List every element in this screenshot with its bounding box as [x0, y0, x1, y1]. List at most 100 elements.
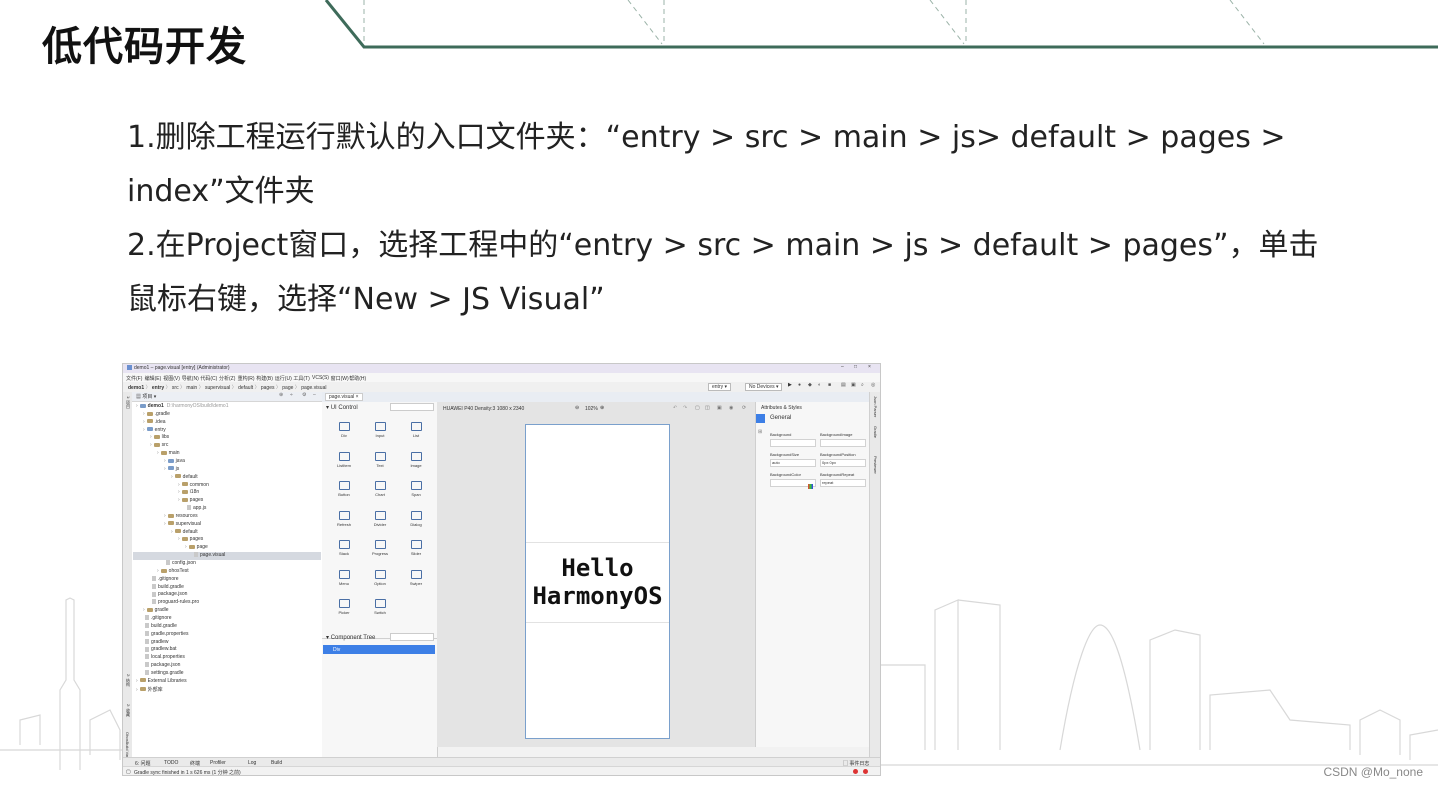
tree-item[interactable]: proguard-rules.pro — [150, 599, 199, 605]
menu-item[interactable]: 构建(B) — [256, 375, 273, 382]
stop-icon[interactable]: ■ — [828, 382, 831, 388]
gear-icon[interactable]: ⚙ — [302, 392, 306, 398]
breadcrumb-item[interactable]: page.visual — [301, 385, 326, 391]
split-view-icon[interactable]: ◫ — [705, 405, 710, 411]
expand-arrow-icon[interactable]: › — [143, 607, 145, 613]
breadcrumb-item[interactable]: src — [172, 385, 179, 391]
color-picker-icon[interactable] — [808, 484, 813, 489]
undo-icon[interactable]: ↶ — [673, 405, 677, 411]
tree-item[interactable]: › External Libraries — [136, 678, 187, 684]
tree-item[interactable]: › i18n — [178, 489, 199, 495]
breadcrumb-item[interactable]: default — [238, 385, 253, 391]
maximize-icon[interactable]: □ — [854, 364, 857, 370]
menu-item[interactable]: 窗口(W) — [331, 375, 349, 382]
expand-arrow-icon[interactable]: › — [178, 497, 180, 503]
menu-item[interactable]: 帮助(H) — [349, 375, 366, 382]
switch-control[interactable]: Switch — [363, 599, 397, 615]
tree-item[interactable]: config.json — [164, 560, 196, 566]
close-icon[interactable]: × — [868, 364, 871, 370]
tree-item[interactable]: .gitignore — [150, 576, 179, 582]
slider-control[interactable]: Slider — [399, 540, 433, 556]
expand-arrow-icon[interactable]: › — [150, 442, 152, 448]
tree-item[interactable]: › demo1 D:\harmonyOS\build\demo1 — [136, 403, 229, 409]
breadcrumb-item[interactable]: entry — [152, 385, 164, 391]
list-control[interactable]: List — [399, 422, 433, 438]
zoom-out-icon[interactable]: ⊖ — [575, 405, 579, 411]
attribute-input[interactable] — [820, 439, 866, 447]
tree-item[interactable]: › 外部库 — [136, 686, 163, 693]
device-frame-icon[interactable]: ▢ — [695, 405, 700, 411]
locate-icon[interactable]: ⊕ — [279, 392, 283, 398]
refresh-control[interactable]: Refresh — [327, 510, 361, 527]
div-control[interactable]: Div — [327, 422, 361, 438]
fit-icon[interactable]: ▣ — [717, 405, 722, 411]
progress-control[interactable]: Progress — [363, 540, 397, 556]
sdk-manager-icon[interactable]: ▣ — [851, 382, 856, 388]
option-control[interactable]: Option — [363, 569, 397, 586]
structure-tool-tab[interactable]: 2: 结构 — [125, 674, 131, 686]
tree-item[interactable]: gradlew — [143, 639, 169, 645]
tree-item[interactable]: build.gradle — [150, 584, 184, 590]
dialog-control[interactable]: Dialog — [399, 510, 433, 527]
tree-item[interactable]: › page — [185, 544, 208, 550]
tree-item[interactable]: › libs — [150, 434, 169, 440]
eye-icon[interactable]: ◉ — [729, 405, 733, 411]
tree-item[interactable]: › ohosTest — [157, 568, 189, 574]
settings-icon[interactable]: ◎ — [871, 382, 875, 388]
menu-item[interactable]: 文件(F) — [126, 375, 142, 382]
right-tool-tab[interactable]: Previewer — [873, 456, 878, 474]
menu-item[interactable]: 编辑(E) — [145, 375, 162, 382]
breadcrumb-item[interactable]: supervisual — [205, 385, 230, 391]
tree-item[interactable]: › pages — [178, 497, 203, 503]
expand-arrow-icon[interactable]: › — [164, 466, 166, 472]
expand-arrow-icon[interactable]: › — [178, 536, 180, 542]
menu-item[interactable]: 工具(T) — [293, 375, 309, 382]
favorites-tool-tab[interactable]: 2: 收藏 — [125, 704, 131, 716]
image-control[interactable]: Image — [399, 451, 433, 468]
notification-icon[interactable] — [863, 769, 868, 774]
format-icon[interactable]: ⊞ — [758, 429, 762, 435]
expand-arrow-icon[interactable]: › — [136, 678, 138, 684]
tree-item[interactable]: page.visual — [192, 552, 225, 558]
right-tool-tab[interactable]: Json Parser — [873, 396, 878, 417]
hello-text[interactable]: Hello HarmonyOS — [526, 554, 669, 610]
tree-item[interactable]: package.json — [150, 591, 187, 597]
right-tool-tab[interactable]: Gradle — [873, 426, 878, 438]
run-icon[interactable]: ▶ — [788, 382, 792, 388]
tree-item[interactable]: › entry — [143, 427, 166, 433]
menu-item[interactable]: 代码(C) — [200, 375, 217, 382]
hide-panel-icon[interactable]: – — [313, 392, 316, 398]
minimize-icon[interactable]: – — [841, 364, 844, 370]
expand-arrow-icon[interactable]: › — [143, 427, 145, 433]
tree-item[interactable]: › default — [171, 474, 198, 480]
expand-arrow-icon[interactable]: › — [150, 434, 152, 440]
device-select[interactable]: No Devices ▾ — [745, 383, 783, 391]
expand-arrow-icon[interactable]: › — [185, 544, 187, 550]
menu-item[interactable]: 分析(Z) — [219, 375, 235, 382]
tree-item[interactable]: package.json — [143, 662, 180, 668]
chart-control[interactable]: Chart — [363, 481, 397, 497]
error-indicator-icon[interactable] — [853, 769, 858, 774]
expand-arrow-icon[interactable]: › — [171, 474, 173, 480]
breadcrumb-item[interactable]: demo1 — [128, 385, 144, 391]
menu-item[interactable]: 视图(V) — [163, 375, 180, 382]
tab-page-visual[interactable]: page.visual × — [325, 393, 363, 401]
menu-control[interactable]: Menu — [327, 569, 361, 586]
tree-item[interactable]: › .idea — [143, 419, 166, 425]
tree-item[interactable]: local.properties — [143, 654, 185, 660]
tree-item[interactable]: settings.gradle — [143, 670, 184, 676]
expand-arrow-icon[interactable]: › — [143, 411, 145, 417]
tree-item[interactable]: build.gradle — [143, 623, 177, 629]
expand-arrow-icon[interactable]: › — [171, 529, 173, 535]
stack-control[interactable]: Stack — [327, 540, 361, 556]
text-control[interactable]: Text — [363, 451, 397, 468]
expand-arrow-icon[interactable]: › — [143, 419, 145, 425]
tree-item[interactable]: gradle.properties — [143, 631, 189, 637]
tree-item[interactable]: › resources — [164, 513, 198, 519]
expand-arrow-icon[interactable]: › — [178, 482, 180, 488]
tree-item[interactable]: app.js — [185, 505, 206, 511]
tree-item[interactable]: › pages — [178, 536, 203, 542]
breadcrumb-item[interactable]: page — [282, 385, 293, 391]
tree-item[interactable]: › default — [171, 529, 198, 535]
tree-item[interactable]: › src — [150, 442, 168, 448]
